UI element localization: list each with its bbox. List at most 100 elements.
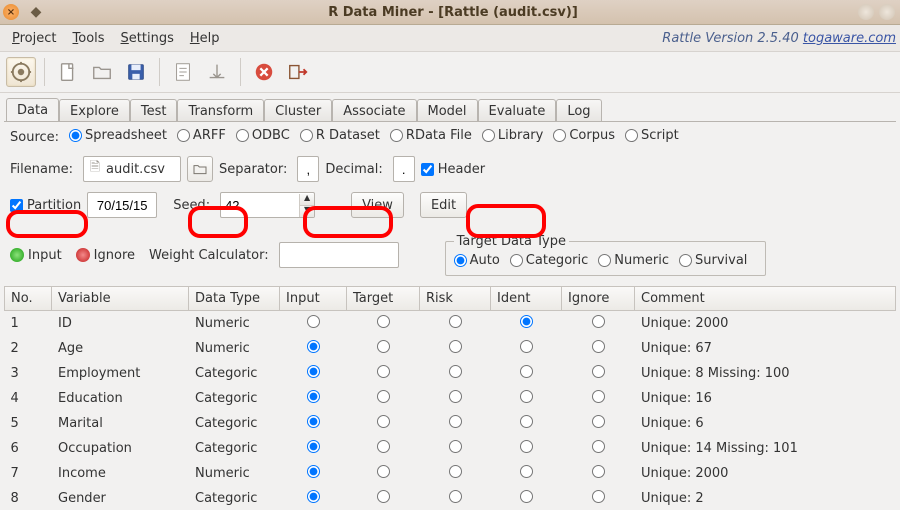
tab-model[interactable]: Model: [417, 99, 478, 122]
edit-button[interactable]: Edit: [420, 192, 467, 218]
seed-input[interactable]: [221, 193, 299, 217]
col-comment[interactable]: Comment: [635, 287, 896, 311]
role-risk-radio[interactable]: [449, 390, 462, 403]
table-row[interactable]: 4EducationCategoricUnique: 16: [5, 386, 896, 411]
table-row[interactable]: 2AgeNumericUnique: 67: [5, 336, 896, 361]
role-target-radio[interactable]: [377, 490, 390, 503]
col-datatype[interactable]: Data Type: [189, 287, 280, 311]
stop-button[interactable]: [249, 57, 279, 87]
header-checkbox[interactable]: [421, 163, 434, 176]
seed-up[interactable]: ▲: [300, 194, 314, 206]
role-ident-radio[interactable]: [520, 390, 533, 403]
role-input-radio[interactable]: [307, 340, 320, 353]
report-button[interactable]: [168, 57, 198, 87]
role-input-radio[interactable]: [307, 490, 320, 503]
col-target[interactable]: Target: [347, 287, 420, 311]
role-target-radio[interactable]: [377, 465, 390, 478]
file-browse-button[interactable]: [187, 156, 213, 182]
tab-log[interactable]: Log: [556, 99, 601, 122]
menu-settings[interactable]: Settings: [113, 28, 182, 49]
role-ignore-radio[interactable]: [592, 390, 605, 403]
weight-input[interactable]: [279, 242, 399, 268]
source-option-script[interactable]: Script: [625, 128, 679, 143]
tdt-option-survival[interactable]: Survival: [679, 253, 747, 268]
role-ident-radio[interactable]: [520, 415, 533, 428]
partition-input[interactable]: [87, 192, 157, 218]
source-option-library[interactable]: Library: [482, 128, 543, 143]
seed-spinner[interactable]: ▲▼: [220, 192, 315, 218]
col-input[interactable]: Input: [280, 287, 347, 311]
window-maximize-button[interactable]: [879, 4, 895, 20]
role-ident-radio[interactable]: [520, 315, 533, 328]
decimal-input[interactable]: [393, 156, 415, 182]
col-ident[interactable]: Ident: [491, 287, 562, 311]
col-no[interactable]: No.: [5, 287, 52, 311]
tab-evaluate[interactable]: Evaluate: [478, 99, 557, 122]
input-role-indicator[interactable]: Input: [10, 248, 62, 263]
tab-associate[interactable]: Associate: [332, 99, 416, 122]
role-risk-radio[interactable]: [449, 440, 462, 453]
export-button[interactable]: [202, 57, 232, 87]
table-row[interactable]: 8GenderCategoricUnique: 2: [5, 486, 896, 510]
table-row[interactable]: 3EmploymentCategoricUnique: 8 Missing: 1…: [5, 361, 896, 386]
col-risk[interactable]: Risk: [420, 287, 491, 311]
quit-button[interactable]: [283, 57, 313, 87]
separator-input[interactable]: [297, 156, 319, 182]
source-option-corpus[interactable]: Corpus: [553, 128, 615, 143]
role-risk-radio[interactable]: [449, 415, 462, 428]
menu-project[interactable]: Project: [4, 28, 65, 49]
tdt-option-auto[interactable]: Auto: [454, 253, 500, 268]
role-ident-radio[interactable]: [520, 365, 533, 378]
tab-test[interactable]: Test: [130, 99, 178, 122]
role-ignore-radio[interactable]: [592, 490, 605, 503]
role-risk-radio[interactable]: [449, 340, 462, 353]
role-input-radio[interactable]: [307, 415, 320, 428]
table-row[interactable]: 6OccupationCategoricUnique: 14 Missing: …: [5, 436, 896, 461]
source-option-spreadsheet[interactable]: Spreadsheet: [69, 128, 167, 143]
role-target-radio[interactable]: [377, 315, 390, 328]
role-risk-radio[interactable]: [449, 490, 462, 503]
role-input-radio[interactable]: [307, 390, 320, 403]
col-ignore[interactable]: Ignore: [562, 287, 635, 311]
role-ident-radio[interactable]: [520, 490, 533, 503]
seed-down[interactable]: ▼: [300, 206, 314, 217]
tab-explore[interactable]: Explore: [59, 99, 130, 122]
source-option-rdata-file[interactable]: RData File: [390, 128, 472, 143]
role-ignore-radio[interactable]: [592, 315, 605, 328]
tab-data[interactable]: Data: [6, 98, 59, 122]
ignore-role-indicator[interactable]: Ignore: [76, 248, 135, 263]
role-ident-radio[interactable]: [520, 340, 533, 353]
role-ignore-radio[interactable]: [592, 365, 605, 378]
save-button[interactable]: [121, 57, 151, 87]
table-row[interactable]: 7IncomeNumericUnique: 2000: [5, 461, 896, 486]
source-option-r-dataset[interactable]: R Dataset: [300, 128, 380, 143]
source-option-odbc[interactable]: ODBC: [236, 128, 290, 143]
role-ignore-radio[interactable]: [592, 415, 605, 428]
menu-tools[interactable]: Tools: [65, 28, 113, 49]
role-risk-radio[interactable]: [449, 365, 462, 378]
brand-link[interactable]: togaware.com: [803, 31, 896, 46]
window-minimize-button[interactable]: [858, 4, 874, 20]
role-ident-radio[interactable]: [520, 465, 533, 478]
role-input-radio[interactable]: [307, 315, 320, 328]
table-row[interactable]: 1IDNumericUnique: 2000: [5, 311, 896, 337]
tdt-option-categoric[interactable]: Categoric: [510, 253, 588, 268]
view-button[interactable]: View: [351, 192, 404, 218]
role-risk-radio[interactable]: [449, 315, 462, 328]
tab-cluster[interactable]: Cluster: [264, 99, 332, 122]
source-option-arff[interactable]: ARFF: [177, 128, 226, 143]
tdt-option-numeric[interactable]: Numeric: [598, 253, 669, 268]
open-button[interactable]: [87, 57, 117, 87]
role-ident-radio[interactable]: [520, 440, 533, 453]
role-ignore-radio[interactable]: [592, 440, 605, 453]
role-target-radio[interactable]: [377, 440, 390, 453]
role-target-radio[interactable]: [377, 365, 390, 378]
role-ignore-radio[interactable]: [592, 465, 605, 478]
window-close-button[interactable]: ×: [3, 4, 19, 20]
menu-help[interactable]: Help: [182, 28, 228, 49]
role-ignore-radio[interactable]: [592, 340, 605, 353]
tab-transform[interactable]: Transform: [177, 99, 264, 122]
col-variable[interactable]: Variable: [52, 287, 189, 311]
role-input-radio[interactable]: [307, 440, 320, 453]
role-input-radio[interactable]: [307, 465, 320, 478]
